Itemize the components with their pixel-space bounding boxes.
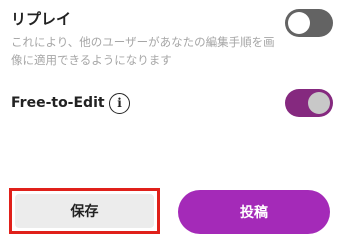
free-to-edit-toggle[interactable] xyxy=(285,89,333,117)
replay-toggle[interactable] xyxy=(285,9,333,37)
free-to-edit-toggle-knob xyxy=(308,92,330,114)
replay-title: リプレイ xyxy=(11,10,72,28)
save-button[interactable]: 保存 xyxy=(9,188,160,234)
save-button-label: 保存 xyxy=(15,194,154,228)
free-to-edit-label: Free-to-Edit xyxy=(11,95,105,111)
replay-description: これにより、他のユーザーがあなたの編集手順を画像に適用できるようになります xyxy=(11,35,275,67)
replay-toggle-knob xyxy=(288,12,310,34)
info-icon[interactable]: i xyxy=(109,93,130,114)
post-button[interactable]: 投稿 xyxy=(178,190,330,234)
